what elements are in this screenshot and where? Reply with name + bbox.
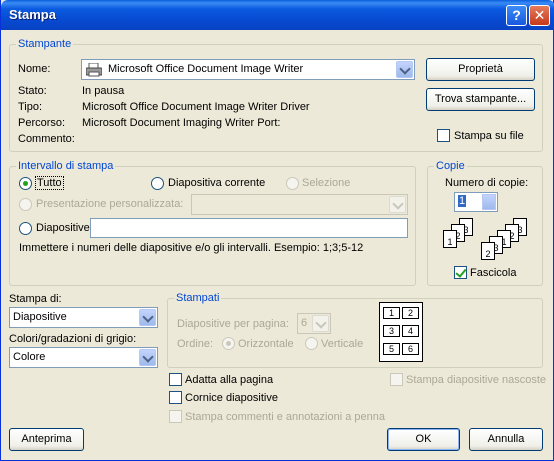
frame-slides-checkbox[interactable] (169, 391, 182, 404)
cancel-button-label: Annulla (487, 433, 525, 445)
order-vertical-label: Verticale (321, 338, 364, 350)
help-button[interactable]: ? (506, 5, 527, 26)
copies-count-label: Numero di copie: (445, 177, 529, 189)
fit-to-page-checkbox[interactable] (169, 373, 182, 386)
per-page-select[interactable]: 6 (297, 313, 331, 334)
slides-input[interactable] (90, 218, 408, 238)
collate-label[interactable]: Fascicola (470, 267, 516, 279)
order-horizontal-label: Orizzontale (238, 338, 294, 350)
order-vertical-radio[interactable] (305, 337, 318, 350)
range-all-radio[interactable] (19, 177, 32, 190)
range-custom-show-label: Presentazione personalizzata: (36, 198, 184, 210)
path-label: Percorso: (18, 117, 66, 129)
status-label: Stato: (18, 85, 47, 97)
preview-cell: 4 (402, 325, 419, 337)
collate-pages-icon: 3 2 1 3 2 1 3 2 (437, 216, 537, 264)
printer-name-label: Nome: (18, 63, 51, 75)
range-current-slide-label[interactable]: Diapositiva corrente (168, 177, 265, 189)
print-to-file-checkbox[interactable] (437, 129, 450, 142)
title-bar[interactable]: Stampa ? ✕ (1, 0, 554, 30)
chevron-down-icon[interactable] (139, 349, 156, 366)
range-hint: Immettere i numeri delle diapositive e/o… (19, 242, 364, 254)
collate-checkbox[interactable] (454, 266, 467, 279)
handout-layout-preview: 1 2 3 4 5 6 (379, 302, 423, 362)
per-page-value: 6 (301, 317, 308, 329)
comment-label: Commento: (18, 133, 75, 145)
range-selection-radio[interactable] (286, 177, 299, 190)
chevron-down-icon[interactable] (396, 61, 413, 78)
type-value: Microsoft Office Document Image Writer D… (82, 101, 310, 113)
preview-button[interactable]: Anteprima (9, 428, 84, 451)
chevron-down-icon[interactable] (312, 315, 329, 332)
color-label: Colori/gradazioni di grigio: (9, 333, 137, 345)
order-label: Ordine: (177, 338, 214, 350)
custom-show-select[interactable] (191, 194, 408, 215)
properties-button-label: Proprietà (458, 63, 503, 75)
fit-to-page-label[interactable]: Adatta alla pagina (185, 374, 273, 386)
ok-button[interactable]: OK (387, 428, 460, 451)
printer-group-label: Stampante (16, 38, 74, 50)
preview-cell: 5 (383, 343, 400, 355)
cancel-button[interactable]: Annulla (469, 428, 543, 451)
print-comments-label: Stampa commenti e annotazioni a penna (185, 411, 385, 423)
type-label: Tipo: (18, 101, 43, 113)
properties-button[interactable]: Proprietà (426, 58, 535, 81)
find-printer-button[interactable]: Trova stampante... (426, 88, 535, 111)
print-dialog: Stampa ? ✕ Stampante Nome: Microsoft Off… (0, 0, 554, 461)
print-to-file-label[interactable]: Stampa su file (454, 130, 524, 142)
color-select[interactable]: Colore (9, 347, 158, 368)
printer-name-select[interactable]: Microsoft Office Document Image Writer (81, 59, 415, 80)
collate-page: 1 (443, 230, 457, 248)
copies-group-label: Copie (434, 160, 467, 172)
print-comments-checkbox[interactable] (169, 410, 182, 423)
copies-spinner[interactable] (482, 194, 496, 210)
status-value: In pausa (82, 85, 125, 97)
chevron-down-icon[interactable] (139, 309, 156, 326)
print-what-select[interactable]: Diapositive (9, 307, 158, 328)
copies-count-value: 1 (458, 195, 467, 207)
help-icon: ? (512, 7, 521, 23)
preview-button-label: Anteprima (21, 433, 72, 445)
handouts-group: Stampati (167, 292, 543, 368)
preview-cell: 3 (383, 325, 400, 337)
path-value: Microsoft Document Imaging Writer Port: (82, 117, 281, 129)
close-button[interactable]: ✕ (529, 5, 550, 26)
collate-page: 2 (481, 242, 495, 260)
chevron-down-icon[interactable] (389, 196, 406, 213)
preview-cell: 1 (383, 307, 400, 319)
close-icon: ✕ (533, 7, 546, 23)
find-printer-button-label: Trova stampante... (434, 93, 527, 105)
color-value: Colore (13, 351, 46, 363)
preview-cell: 2 (402, 307, 419, 319)
range-all-label[interactable]: Tutto (35, 176, 64, 190)
window-title: Stampa (9, 7, 56, 22)
copies-count-input[interactable]: 1 (454, 192, 498, 212)
ok-button-label: OK (415, 433, 432, 445)
range-current-slide-radio[interactable] (151, 177, 164, 190)
range-slides-radio[interactable] (19, 222, 32, 235)
print-range-group-label: Intervallo di stampa (16, 160, 116, 172)
print-what-label: Stampa di: (9, 293, 62, 305)
order-horizontal-radio[interactable] (222, 337, 235, 350)
print-what-value: Diapositive (13, 311, 67, 323)
frame-slides-label[interactable]: Cornice diapositive (185, 392, 278, 404)
handouts-group-label: Stampati (174, 292, 222, 304)
range-selection-label: Selezione (302, 177, 351, 189)
range-slides-label[interactable]: Diapositive: (36, 222, 93, 234)
print-hidden-slides-checkbox[interactable] (390, 373, 403, 386)
per-page-label: Diapositive per pagina: (177, 318, 289, 330)
printer-name-value: Microsoft Office Document Image Writer (108, 63, 304, 75)
print-hidden-slides-label: Stampa diapositive nascoste (406, 374, 547, 386)
preview-cell: 6 (402, 343, 419, 355)
range-custom-show-radio[interactable] (19, 198, 32, 211)
printer-icon (85, 62, 103, 77)
